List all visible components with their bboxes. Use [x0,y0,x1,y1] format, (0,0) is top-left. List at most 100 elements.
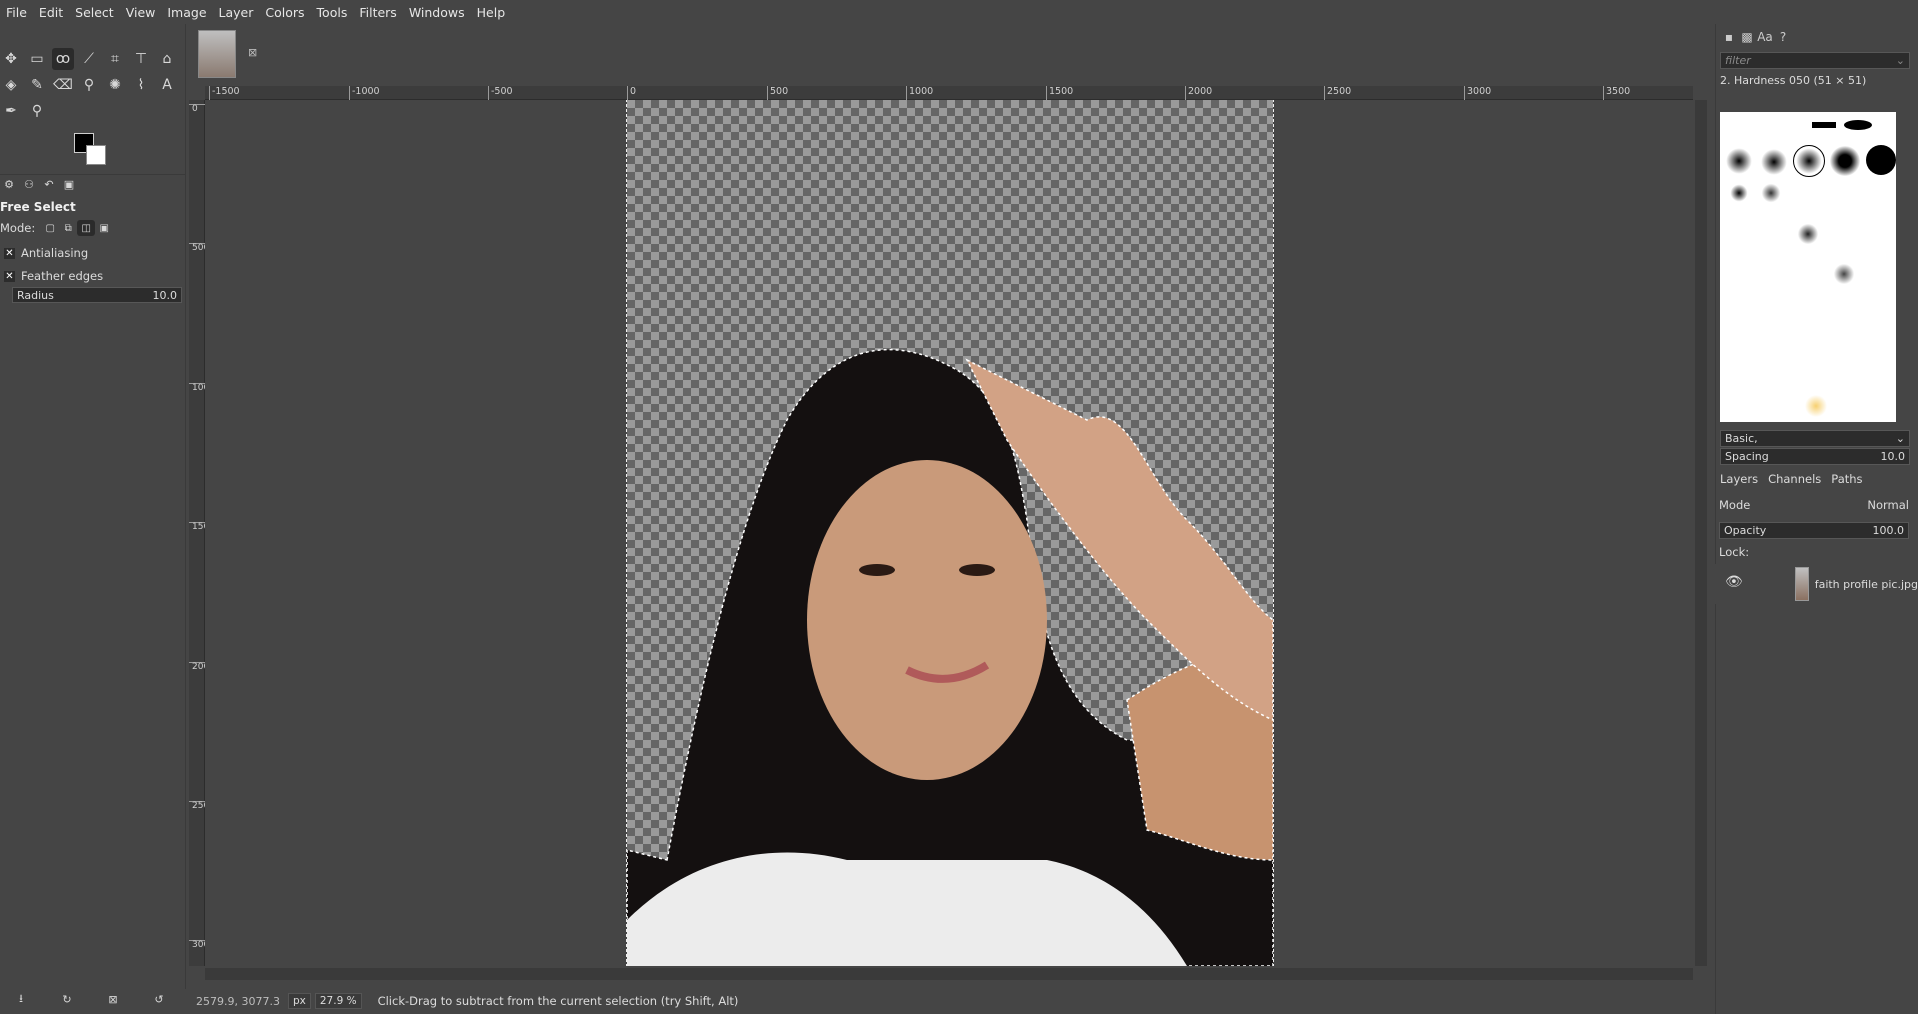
color-picker-tool-icon[interactable]: ✒ [0,100,22,122]
horizontal-ruler: -1500 -1000 -500 0 500 1000 1500 2000 25… [205,86,1693,100]
menu-edit[interactable]: Edit [33,5,69,20]
undo-history-tab-icon[interactable]: ↶ [40,176,58,192]
brush-item[interactable] [1832,262,1856,286]
menu-colors[interactable]: Colors [259,5,310,20]
menu-windows[interactable]: Windows [403,5,471,20]
toolbox-divider [0,174,186,175]
tab-channels[interactable]: Channels [1763,472,1826,486]
paths-tool-icon[interactable]: ⌇ [130,74,152,96]
reset-options-icon[interactable]: ↺ [150,990,168,1008]
image-canvas[interactable] [205,100,1693,966]
radius-label: Radius [17,288,54,302]
layer-name[interactable]: faith profile pic.jpg [1815,578,1918,591]
brush-item[interactable] [1804,394,1828,418]
paintbrush-tool-icon[interactable]: ✎ [26,74,48,96]
ruler-label: 3000 [1464,86,1491,100]
radius-field[interactable]: Radius 10.0 [12,287,182,303]
chevron-down-icon[interactable]: ⌄ [1896,432,1905,445]
tab-layers[interactable]: Layers [1715,472,1763,486]
brush-item[interactable] [1726,148,1752,174]
horizontal-scrollbar[interactable] [205,968,1693,980]
brush-item[interactable] [1796,222,1820,246]
help-tab-icon[interactable]: ? [1774,28,1792,46]
spacing-value: 10.0 [1880,450,1906,463]
layer-row[interactable]: 👁 faith profile pic.jpg [1715,564,1918,604]
device-status-tab-icon[interactable]: ⚇ [20,176,38,192]
antialiasing-checkbox[interactable]: ✕ [4,247,15,259]
brush-filter-input[interactable]: filter ⌄ [1720,52,1910,69]
move-tool-icon[interactable]: ✥ [0,48,22,70]
zoom-tool-icon[interactable]: ⚲ [26,100,48,122]
layer-mode-select[interactable]: Normal [1867,498,1909,516]
restore-options-icon[interactable]: ↻ [58,990,76,1008]
brush-filter-placeholder: filter [1725,54,1751,67]
brush-item[interactable] [1866,145,1896,175]
ruler-label: 2500 [1324,86,1351,100]
free-select-tool-icon[interactable]: ꝏ [52,48,74,70]
bucket-fill-tool-icon[interactable]: ◈ [0,74,22,96]
menu-file[interactable]: File [0,5,33,20]
spacing-field[interactable]: Spacing 10.0 [1720,448,1910,465]
eraser-tool-icon[interactable]: ⌫ [52,74,74,96]
layer-mode-label: Mode [1719,498,1751,512]
menu-select[interactable]: Select [69,5,120,20]
image-tab-thumbnail[interactable] [198,30,236,78]
fonts-tab-icon[interactable]: Aa [1756,28,1774,46]
image-layer-transparent-checkerboard[interactable] [626,100,1274,966]
layers-dock-tabs: Layers Channels Paths [1715,468,1918,490]
brush-item[interactable] [1812,122,1836,128]
tool-options-title: Free Select [0,200,76,214]
smudge-tool-icon[interactable]: ✺ [104,74,126,96]
brush-item[interactable] [1728,182,1750,204]
brush-grid[interactable] [1720,112,1896,422]
menu-help[interactable]: Help [471,5,512,20]
ruler-label: -1500 [209,86,240,100]
tab-paths[interactable]: Paths [1826,472,1867,486]
menu-filters[interactable]: Filters [353,5,402,20]
subtract-mode-icon[interactable]: ◫ [77,220,96,236]
crop-tool-icon[interactable]: ⌗ [104,48,126,70]
fuzzy-select-tool-icon[interactable]: ⟋ [78,48,100,70]
opacity-field[interactable]: Opacity 100.0 [1719,522,1909,539]
background-color-swatch[interactable] [86,145,106,165]
intersect-mode-icon[interactable]: ▣ [95,220,113,236]
clone-tool-icon[interactable]: ⚲ [78,74,100,96]
menu-layer[interactable]: Layer [213,5,260,20]
brushes-tab-icon[interactable]: ▪ [1720,28,1738,46]
pointer-coordinates: 2579.9, 3077.3 [196,994,280,1008]
ruler-label: 2000 [1185,86,1212,100]
brush-item[interactable] [1760,182,1782,204]
ruler-label: 500 [767,86,788,100]
image-tabs [186,24,1697,88]
brush-item[interactable] [1760,148,1788,176]
zoom-select[interactable]: 27.9 % [314,993,362,1009]
vertical-scrollbar[interactable] [1695,100,1707,966]
menu-tools[interactable]: Tools [311,5,354,20]
close-tab-icon[interactable]: ⊠ [248,46,257,59]
feather-edges-label: Feather edges [21,269,104,283]
visibility-eye-icon[interactable]: 👁 [1725,574,1743,590]
layer-mode-row: Mode Normal [1719,498,1909,516]
chevron-down-icon[interactable]: ⌄ [1896,54,1905,67]
images-tab-icon[interactable]: ▣ [60,176,78,192]
warp-tool-icon[interactable]: ⌂ [156,48,178,70]
rect-select-tool-icon[interactable]: ▭ [26,48,48,70]
photo-subject [626,348,1274,966]
replace-mode-icon[interactable]: ▢ [41,220,59,236]
menu-view[interactable]: View [120,5,162,20]
ruler-label: 1000 [906,86,933,100]
brush-item[interactable] [1844,120,1872,130]
text-tool-icon[interactable]: A [156,74,178,96]
unit-select[interactable]: px [287,993,311,1009]
save-options-icon[interactable]: ⭳ [12,990,30,1008]
menu-image[interactable]: Image [161,5,212,20]
patterns-tab-icon[interactable]: ▩ [1738,28,1756,46]
brush-item[interactable] [1793,145,1825,177]
brush-item[interactable] [1830,146,1860,176]
tool-options-tab-icon[interactable]: ⚙ [0,176,18,192]
feather-edges-checkbox[interactable]: ✕ [4,270,15,282]
transform-tool-icon[interactable]: ⊤ [130,48,152,70]
add-mode-icon[interactable]: ⧉ [59,220,77,236]
delete-options-icon[interactable]: ⊠ [104,990,122,1008]
brush-tag-select[interactable]: Basic, ⌄ [1720,430,1910,447]
